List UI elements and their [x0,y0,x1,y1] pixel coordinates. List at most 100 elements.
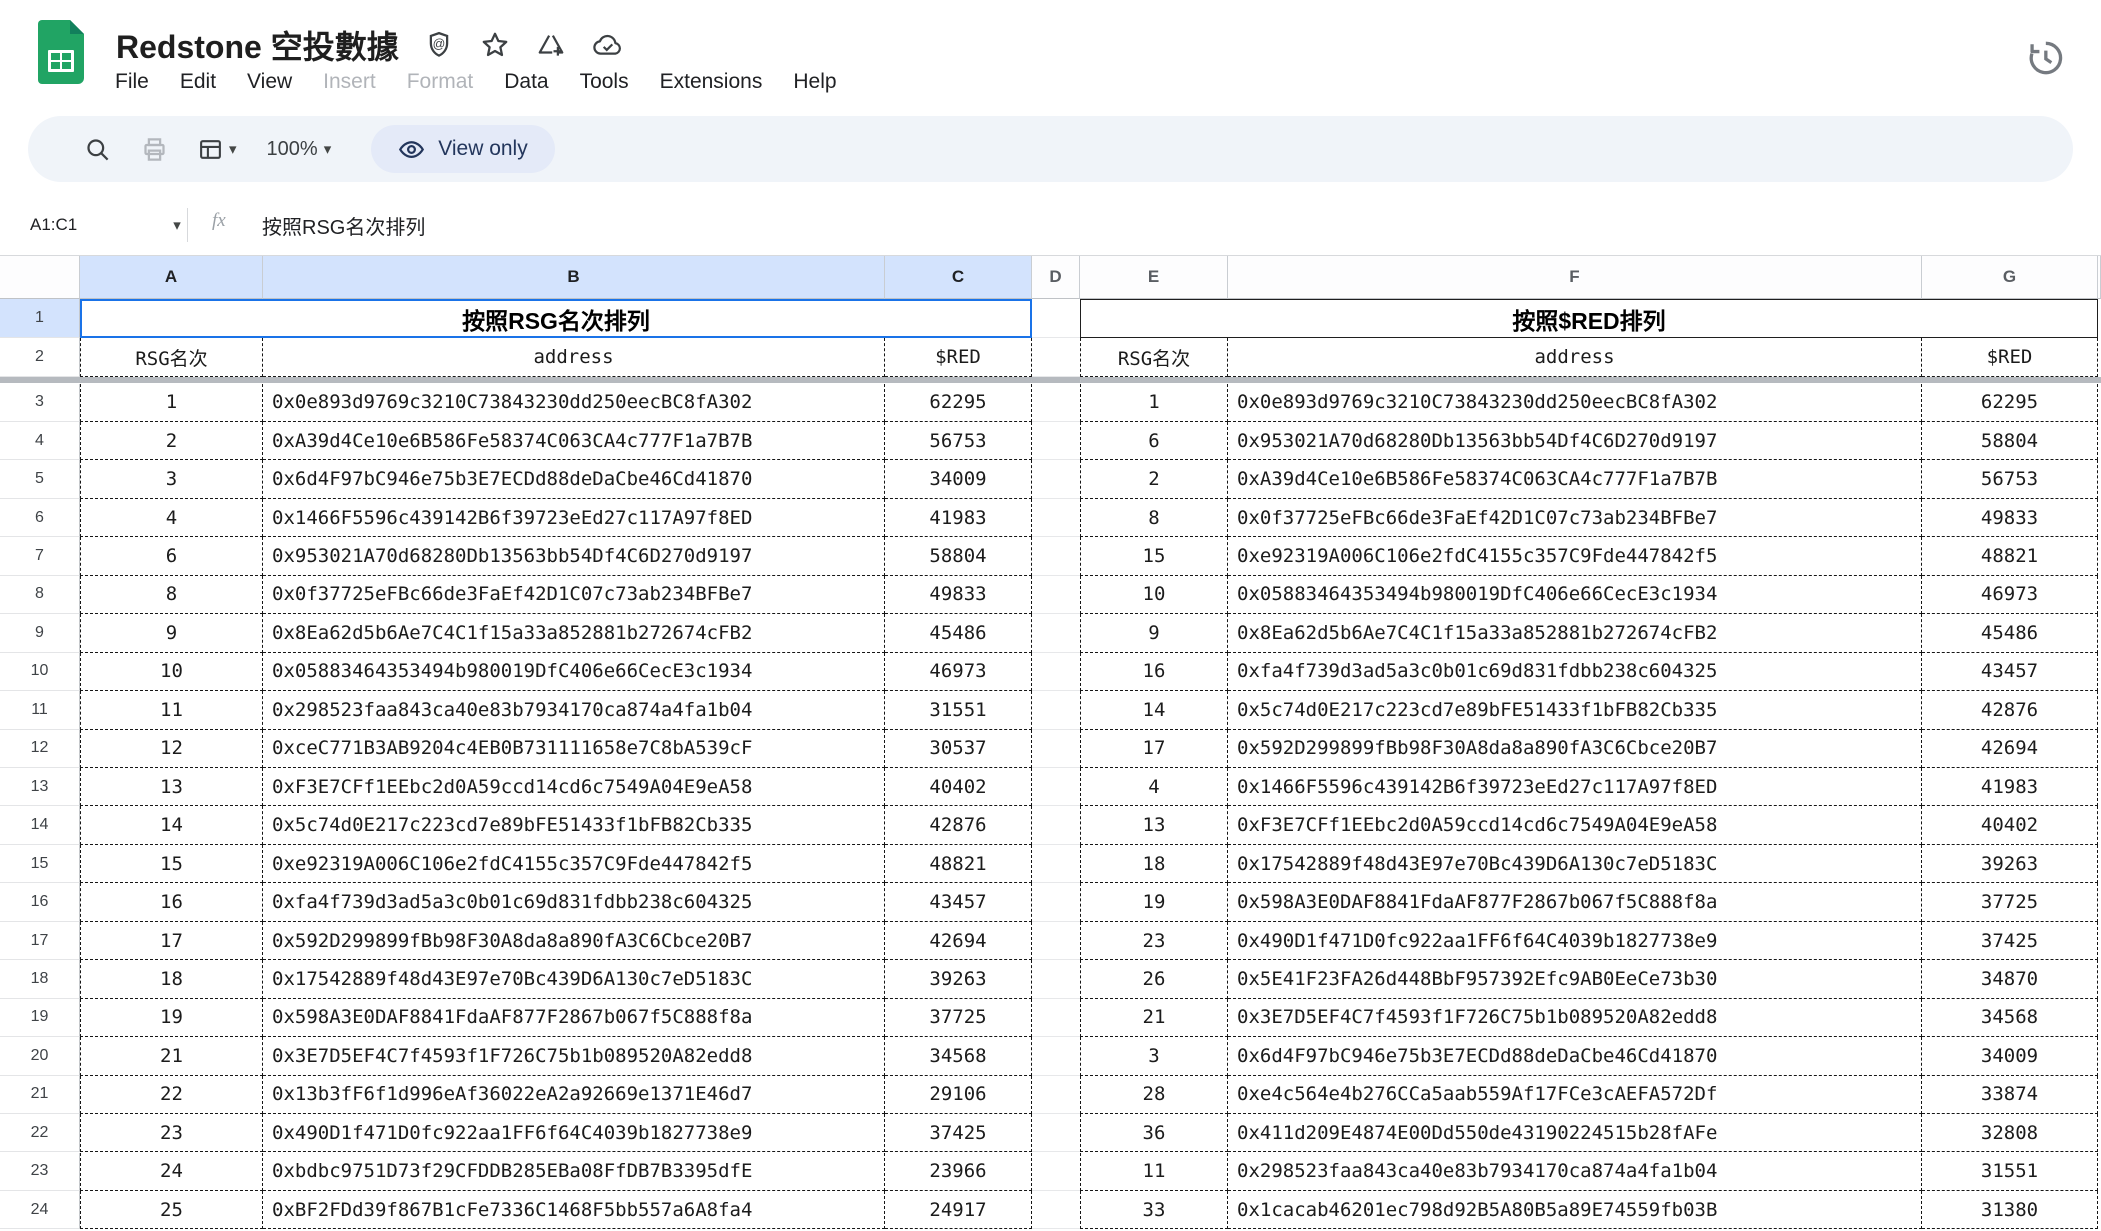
select-all-corner[interactable] [0,256,80,299]
cell-D12[interactable] [1032,730,1080,768]
cell-E2-header[interactable]: RSG名次 [1080,338,1228,377]
cell-E22[interactable]: 36 [1080,1114,1228,1153]
cell-D9[interactable] [1032,614,1080,653]
cell-G14[interactable]: 40402 [1922,806,2098,845]
menu-item-tools[interactable]: Tools [578,68,631,96]
menu-item-file[interactable]: File [113,68,151,96]
cell-F21[interactable]: 0xe4c564e4b276CCa5aab559Af17FCe3cAEFA572… [1228,1075,1922,1115]
cell-E13[interactable]: 4 [1080,768,1228,807]
cell-G21[interactable]: 33874 [1922,1075,2098,1115]
column-header-F[interactable]: F [1228,256,1922,299]
cell-C7[interactable]: 58804 [885,537,1032,576]
menu-item-data[interactable]: Data [502,68,550,96]
cell-B4[interactable]: 0xA39d4Ce10e6B586Fe58374C063CA4c777F1a7B… [263,421,885,461]
row-header-1[interactable]: 1 [0,299,80,338]
cell-A14[interactable]: 14 [80,806,263,845]
cell-D20[interactable] [1032,1037,1080,1076]
cell-G10[interactable]: 43457 [1922,652,2098,692]
cell-E6[interactable]: 8 [1080,498,1228,538]
row-header-7[interactable]: 7 [0,537,80,576]
cell-F17[interactable]: 0x490D1f471D0fc922aa1FF6f64C4039b1827738… [1228,921,1922,961]
cell-B24[interactable]: 0xBF2FDd39f867B1cFe7336C1468F5bb557a6A8f… [263,1190,885,1230]
cell-F10[interactable]: 0xfa4f739d3ad5a3c0b01c69d831fdbb238c6043… [1228,652,1922,692]
cell-A12[interactable]: 12 [80,729,263,768]
cell-D3[interactable] [1032,384,1080,422]
cloud-check-icon[interactable] [592,30,624,60]
cell-C18[interactable]: 39263 [885,960,1032,999]
cell-B6[interactable]: 0x1466F5596c439142B6f39723eEd27c117A97f8… [263,498,885,538]
cell-E12[interactable]: 17 [1080,729,1228,768]
cell-G17[interactable]: 37425 [1922,921,2098,961]
cell-B18[interactable]: 0x17542889f48d43E97e70Bc439D6A130c7eD518… [263,960,885,999]
cell-E23[interactable]: 11 [1080,1152,1228,1191]
cell-F6[interactable]: 0x0f37725eFBc66de3FaEf42D1C07c73ab234BFB… [1228,498,1922,538]
column-header-G[interactable]: G [1922,256,2098,299]
menu-item-help[interactable]: Help [791,68,838,96]
cell-E3[interactable]: 1 [1080,383,1228,422]
cell-B21[interactable]: 0x13b3fF6f1d996eAf36022eA2a92669e1371E46… [263,1075,885,1115]
row-header-12[interactable]: 12 [0,729,80,768]
cell-E16[interactable]: 19 [1080,883,1228,922]
cell-C13[interactable]: 40402 [885,768,1032,807]
cell-E14[interactable]: 13 [1080,806,1228,845]
column-header-B[interactable]: B [263,256,885,299]
cell-A15[interactable]: 15 [80,844,263,884]
cell-D15[interactable] [1032,845,1080,884]
cell-B20[interactable]: 0x3E7D5EF4C7f4593f1F726C75b1b089520A82ed… [263,1037,885,1076]
cell-B12[interactable]: 0xceC771B3AB9204c4EB0B731111658e7C8bA539… [263,729,885,768]
cell-B17[interactable]: 0x592D299899fBb98F30A8da8a890fA3C6Cbce20… [263,921,885,961]
cell-D2[interactable] [1032,338,1080,377]
row-header-17[interactable]: 17 [0,921,80,961]
cell-B22[interactable]: 0x490D1f471D0fc922aa1FF6f64C4039b1827738… [263,1114,885,1153]
cell-C23[interactable]: 23966 [885,1152,1032,1191]
cell-C14[interactable]: 42876 [885,806,1032,845]
cell-D14[interactable] [1032,806,1080,845]
cell-F18[interactable]: 0x5E41F23FA26d448BbF957392Efc9AB0EeCe73b… [1228,960,1922,999]
cell-D10[interactable] [1032,653,1080,692]
cell-B8[interactable]: 0x0f37725eFBc66de3FaEf42D1C07c73ab234BFB… [263,575,885,615]
cell-A19[interactable]: 19 [80,998,263,1038]
cell-G7[interactable]: 48821 [1922,537,2098,576]
row-header-9[interactable]: 9 [0,614,80,653]
cell-B23[interactable]: 0xbdbc9751D73f29CFDDB285EBa08FfDB7B3395d… [263,1152,885,1191]
cell-F14[interactable]: 0xF3E7CFf1EEbc2d0A59ccd14cd6c7549A04E9eA… [1228,806,1922,845]
cell-C11[interactable]: 31551 [885,691,1032,730]
row-header-11[interactable]: 11 [0,691,80,730]
cell-C22[interactable]: 37425 [885,1114,1032,1153]
row-header-20[interactable]: 20 [0,1037,80,1076]
cell-G8[interactable]: 46973 [1922,575,2098,615]
cell-A7[interactable]: 6 [80,537,263,576]
row-header-5[interactable]: 5 [0,460,80,499]
column-header-A[interactable]: A [80,256,263,299]
cell-E24[interactable]: 33 [1080,1190,1228,1230]
cell-C21[interactable]: 29106 [885,1075,1032,1115]
menu-item-edit[interactable]: Edit [178,68,218,96]
row-header-22[interactable]: 22 [0,1114,80,1153]
cell-A10[interactable]: 10 [80,652,263,692]
cell-A13[interactable]: 13 [80,768,263,807]
cell-A6[interactable]: 4 [80,498,263,538]
cell-D17[interactable] [1032,922,1080,961]
cell-E4[interactable]: 6 [1080,421,1228,461]
cell-B10[interactable]: 0x05883464353494b980019DfC406e66CecE3c19… [263,652,885,692]
cell-D5[interactable] [1032,460,1080,499]
cell-F24[interactable]: 0x1cacab46201ec798d92B5A80B5a89E74559fb0… [1228,1190,1922,1230]
cell-G23[interactable]: 31551 [1922,1152,2098,1191]
sheets-logo-icon[interactable] [38,20,84,84]
cell-B3[interactable]: 0x0e893d9769c3210C73843230dd250eecBC8fA3… [263,383,885,422]
cell-A8[interactable]: 8 [80,575,263,615]
row-header-15[interactable]: 15 [0,844,80,884]
cell-D22[interactable] [1032,1114,1080,1153]
cell-D24[interactable] [1032,1191,1080,1230]
cell-B9[interactable]: 0x8Ea62d5b6Ae7C4C1f15a33a852881b272674cF… [263,614,885,653]
cell-F3[interactable]: 0x0e893d9769c3210C73843230dd250eecBC8fA3… [1228,383,1922,422]
cell-C16[interactable]: 43457 [885,883,1032,922]
name-box[interactable]: A1:C1 ▾ [30,195,181,255]
cell-D19[interactable] [1032,999,1080,1038]
cell-E5[interactable]: 2 [1080,460,1228,499]
cell-D6[interactable] [1032,499,1080,538]
cell-E1-right-table-title[interactable]: 按照$RED排列 [1080,299,2098,338]
view-only-chip[interactable]: View only [371,125,555,173]
cell-D18[interactable] [1032,960,1080,999]
cell-A1-left-table-title[interactable]: 按照RSG名次排列 [80,299,1032,338]
